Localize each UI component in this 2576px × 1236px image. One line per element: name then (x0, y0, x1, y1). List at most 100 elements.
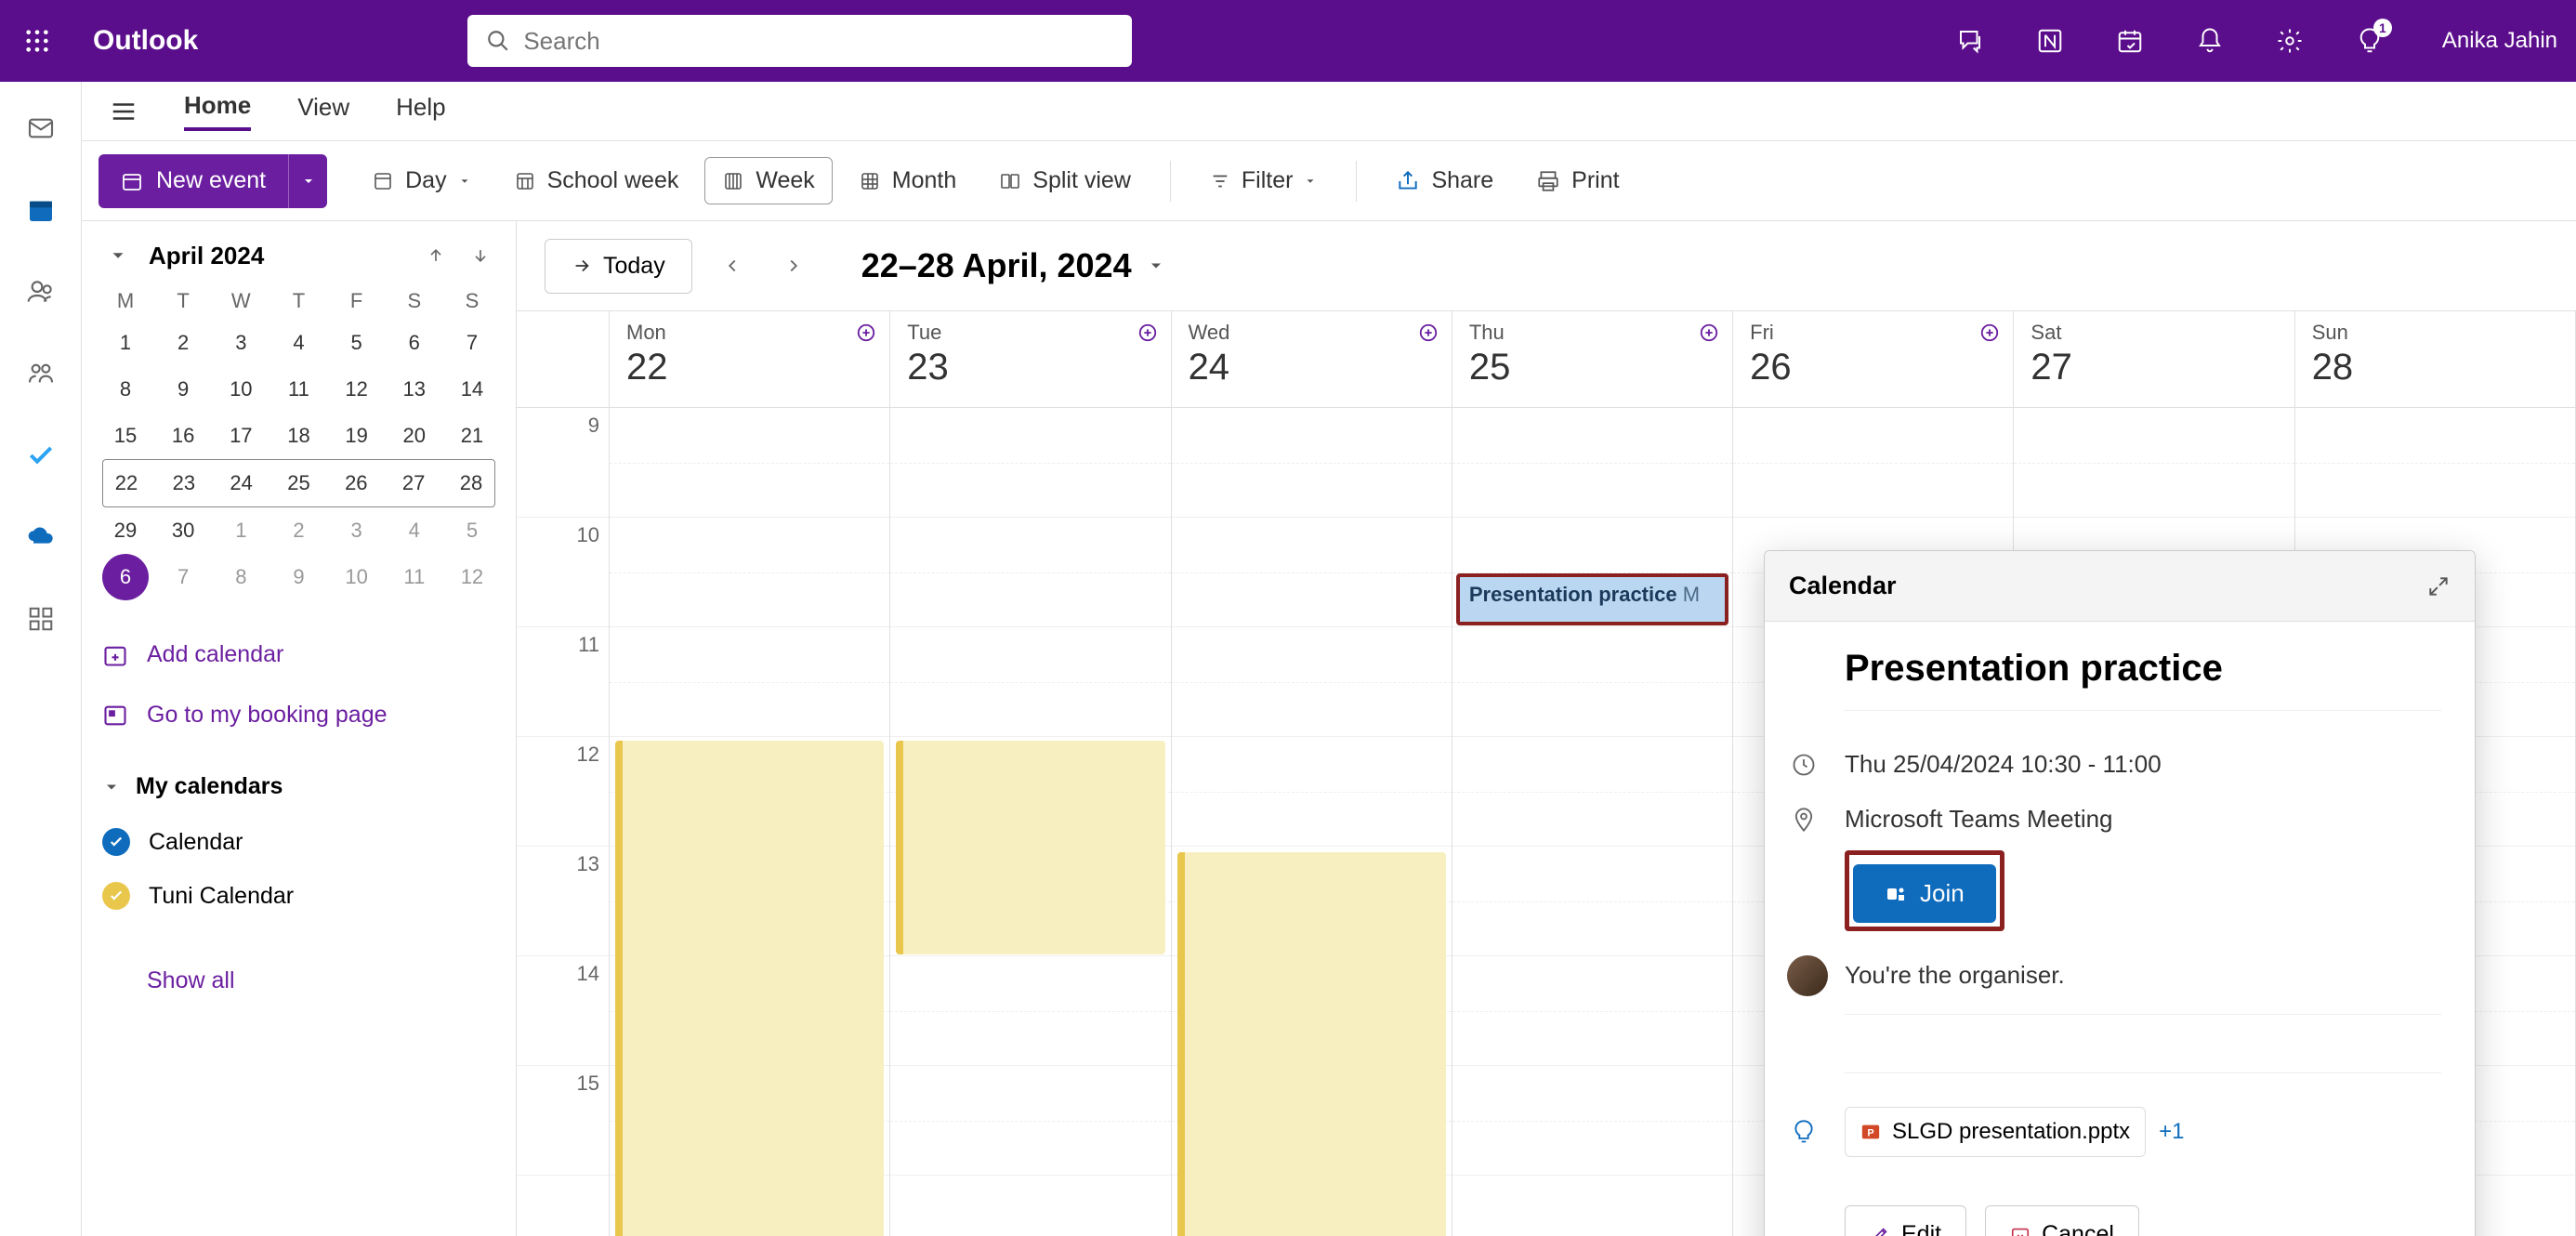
tips-icon[interactable]: 1 (2353, 24, 2386, 58)
mail-icon[interactable] (22, 110, 59, 147)
filter-button[interactable]: Filter (1193, 158, 1334, 204)
search-input[interactable] (523, 27, 1113, 56)
my-calendars-section[interactable]: My calendars (102, 758, 495, 815)
minical-day[interactable]: 11 (275, 366, 322, 413)
minical-day[interactable]: 15 (102, 413, 149, 459)
minical-day[interactable]: 8 (217, 554, 264, 600)
minical-day[interactable]: 9 (275, 554, 322, 600)
minical-day[interactable]: 16 (160, 413, 206, 459)
minical-day[interactable]: 17 (217, 413, 264, 459)
minical-day[interactable]: 29 (102, 507, 149, 554)
minical-day[interactable]: 9 (160, 366, 206, 413)
expand-icon[interactable] (2426, 574, 2451, 598)
minical-day[interactable]: 1 (217, 507, 264, 554)
minical-day[interactable]: 14 (449, 366, 495, 413)
add-event-icon[interactable] (1699, 322, 1719, 343)
minical-day[interactable]: 6 (391, 320, 438, 366)
share-button[interactable]: Share (1379, 158, 1510, 204)
more-attachments-link[interactable]: +1 (2159, 1119, 2184, 1145)
day-body[interactable] (1172, 408, 1452, 1176)
search-box[interactable] (467, 15, 1132, 67)
calendar-icon[interactable] (22, 191, 59, 229)
day-body[interactable] (890, 408, 1170, 1176)
more-apps-icon[interactable] (22, 600, 59, 638)
user-name[interactable]: Anika Jahin (2442, 28, 2557, 54)
join-button[interactable]: Join (1853, 864, 1996, 923)
minical-day[interactable]: 4 (275, 320, 322, 366)
add-event-icon[interactable] (1137, 322, 1158, 343)
app-launcher-icon[interactable] (19, 22, 56, 59)
add-event-icon[interactable] (1418, 322, 1439, 343)
day-body[interactable]: Presentation practice M (1452, 408, 1732, 1176)
settings-icon[interactable] (2273, 24, 2307, 58)
minical-day[interactable]: 5 (449, 507, 495, 554)
minical-day[interactable]: 4 (391, 507, 438, 554)
minical-prev-icon[interactable] (421, 241, 451, 270)
minical-day[interactable]: 12 (449, 554, 495, 600)
new-event-dropdown[interactable] (288, 154, 327, 208)
minical-day[interactable]: 2 (160, 320, 206, 366)
minical-day[interactable]: 5 (334, 320, 380, 366)
notifications-icon[interactable] (2193, 24, 2227, 58)
minical-day[interactable]: 21 (449, 413, 495, 459)
tab-home[interactable]: Home (184, 91, 251, 131)
minical-day[interactable]: 8 (102, 366, 149, 413)
add-event-icon[interactable] (1979, 322, 2000, 343)
calendar-event-meeting[interactable]: Presentation practice M (1456, 573, 1728, 625)
minical-day[interactable]: 11 (391, 554, 438, 600)
day-header[interactable]: Fri26 (1733, 311, 2013, 408)
insights-icon[interactable] (1791, 1119, 1817, 1145)
calendar-event-block[interactable] (1177, 852, 1446, 1236)
day-header[interactable]: Thu25 (1452, 311, 1732, 408)
minical-day[interactable]: 19 (334, 413, 380, 459)
minical-next-icon[interactable] (466, 241, 495, 270)
minical-day[interactable]: 3 (334, 507, 380, 554)
minical-day[interactable]: 10 (334, 554, 380, 600)
date-range-title[interactable]: 22–28 April, 2024 (861, 246, 1165, 285)
minical-day[interactable]: 30 (160, 507, 206, 554)
my-day-icon[interactable] (2113, 24, 2147, 58)
minical-day[interactable]: 2 (275, 507, 322, 554)
minical-day[interactable]: 23 (161, 460, 207, 506)
calendar-item-2[interactable]: Tuni Calendar (102, 869, 495, 923)
school-week-button[interactable]: School week (497, 158, 696, 204)
minical-day[interactable]: 24 (218, 460, 265, 506)
show-all-link[interactable]: Show all (102, 951, 495, 1011)
minical-day[interactable]: 6 (102, 554, 149, 600)
new-event-button[interactable]: New event (99, 154, 288, 208)
minical-day[interactable]: 18 (275, 413, 322, 459)
week-view-button[interactable]: Week (704, 157, 832, 204)
groups-icon[interactable] (22, 355, 59, 392)
split-view-button[interactable]: Split view (982, 158, 1148, 204)
minical-collapse-icon[interactable] (102, 240, 134, 271)
todo-icon[interactable] (22, 437, 59, 474)
attachment-chip[interactable]: P SLGD presentation.pptx (1845, 1107, 2146, 1157)
hamburger-icon[interactable] (110, 98, 138, 125)
minical-day[interactable]: 10 (217, 366, 264, 413)
day-header[interactable]: Sat27 (2014, 311, 2293, 408)
cancel-button[interactable]: Cancel (1985, 1205, 2139, 1236)
print-button[interactable]: Print (1519, 158, 1636, 204)
minical-day[interactable]: 13 (391, 366, 438, 413)
edit-button[interactable]: Edit (1845, 1205, 1966, 1236)
today-button[interactable]: Today (545, 239, 692, 294)
month-view-button[interactable]: Month (842, 158, 973, 204)
minical-day[interactable]: 25 (275, 460, 322, 506)
calendar-event-block[interactable] (615, 741, 884, 1236)
tab-view[interactable]: View (297, 93, 349, 129)
minical-day[interactable]: 3 (217, 320, 264, 366)
calendar-event-block[interactable] (896, 741, 1164, 954)
people-icon[interactable] (22, 273, 59, 310)
add-event-icon[interactable] (856, 322, 876, 343)
minical-day[interactable]: 22 (103, 460, 150, 506)
minical-day[interactable]: 7 (449, 320, 495, 366)
teams-chat-icon[interactable] (1953, 24, 1987, 58)
day-header[interactable]: Mon22 (610, 311, 889, 408)
minical-day[interactable]: 20 (391, 413, 438, 459)
day-header[interactable]: Sun28 (2295, 311, 2575, 408)
booking-page-link[interactable]: Go to my booking page (102, 685, 495, 745)
day-view-button[interactable]: Day (355, 158, 487, 204)
add-calendar-link[interactable]: Add calendar (102, 625, 495, 685)
day-header[interactable]: Tue23 (890, 311, 1170, 408)
day-header[interactable]: Wed24 (1172, 311, 1452, 408)
